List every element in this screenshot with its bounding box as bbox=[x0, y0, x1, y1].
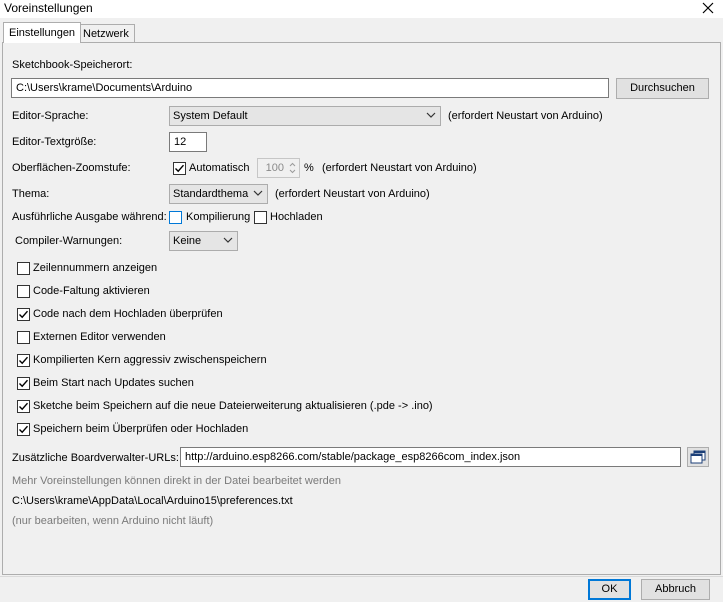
checkmark-icon bbox=[175, 164, 185, 173]
option-label: Beim Start nach Updates suchen bbox=[33, 377, 194, 389]
window-title: Voreinstellungen bbox=[4, 1, 93, 15]
sketchbook-label: Sketchbook-Speicherort: bbox=[12, 59, 133, 71]
option-checkbox[interactable] bbox=[17, 423, 30, 436]
checkmark-icon bbox=[19, 356, 29, 365]
editor-language-label: Editor-Sprache: bbox=[12, 110, 89, 122]
option-label: Sketche beim Speichern auf die neue Date… bbox=[33, 400, 433, 412]
sketchbook-path-input[interactable]: C:\Users\krame\Documents\Arduino bbox=[11, 78, 609, 98]
editor-language-value: System Default bbox=[173, 110, 248, 122]
zoom-note: (erfordert Neustart von Arduino) bbox=[322, 162, 477, 174]
option-checkbox[interactable] bbox=[17, 331, 30, 344]
title-bar: Voreinstellungen bbox=[0, 0, 723, 18]
chevron-down-icon bbox=[426, 112, 436, 118]
close-icon[interactable] bbox=[699, 0, 717, 17]
compiler-warnings-value: Keine bbox=[173, 235, 202, 247]
editor-font-size-label: Editor-Textgröße: bbox=[12, 136, 97, 148]
zoom-value: 100 bbox=[265, 162, 284, 174]
chevron-down-icon bbox=[223, 237, 233, 243]
window-list-icon bbox=[690, 450, 706, 464]
editor-language-select[interactable]: System Default bbox=[169, 106, 441, 126]
chevron-down-icon bbox=[253, 190, 263, 196]
tab-netzwerk[interactable]: Netzwerk bbox=[77, 24, 135, 43]
zoom-unit: % bbox=[304, 162, 314, 174]
ok-button[interactable]: OK bbox=[588, 579, 631, 600]
option-label: Code nach dem Hochladen überprüfen bbox=[33, 308, 223, 320]
theme-label: Thema: bbox=[12, 188, 50, 200]
option-label: Kompilierten Kern aggressiv zwischenspei… bbox=[33, 354, 267, 366]
divider bbox=[0, 576, 723, 577]
checkmark-icon bbox=[19, 310, 29, 319]
prefs-file-path: C:\Users\krame\AppData\Local\Arduino15\p… bbox=[12, 495, 293, 507]
verbose-upload-checkbox[interactable] bbox=[254, 211, 267, 224]
board-urls-input[interactable]: http://arduino.esp8266.com/stable/packag… bbox=[180, 447, 681, 467]
option-label: Speichern beim Überprüfen oder Hochladen bbox=[33, 423, 249, 435]
theme-select[interactable]: Standardthema bbox=[169, 184, 268, 204]
spinner-arrows-icon bbox=[289, 162, 296, 174]
tab-einstellungen[interactable]: Einstellungen bbox=[3, 22, 82, 43]
zoom-auto-checkbox[interactable] bbox=[173, 162, 186, 175]
zoom-label: Oberflächen-Zoomstufe: bbox=[12, 162, 131, 174]
tab-label: Einstellungen bbox=[9, 27, 76, 39]
verbose-label: Ausführliche Ausgabe während: bbox=[12, 211, 167, 223]
option-checkbox[interactable] bbox=[17, 262, 30, 275]
tab-label: Netzwerk bbox=[83, 28, 129, 40]
checkmark-icon bbox=[19, 402, 29, 411]
option-checkbox[interactable] bbox=[17, 400, 30, 413]
option-checkbox[interactable] bbox=[17, 285, 30, 298]
option-checkbox[interactable] bbox=[17, 377, 30, 390]
browse-button[interactable]: Durchsuchen bbox=[616, 78, 709, 99]
more-prefs-text: Mehr Voreinstellungen können direkt in d… bbox=[12, 475, 341, 487]
cancel-button[interactable]: Abbruch bbox=[641, 579, 710, 600]
verbose-upload-label: Hochladen bbox=[270, 211, 323, 223]
preferences-dialog: Voreinstellungen Einstellungen Netzwerk … bbox=[0, 0, 723, 602]
edit-hint-text: (nur bearbeiten, wenn Arduino nicht läuf… bbox=[12, 515, 214, 527]
compiler-warnings-select[interactable]: Keine bbox=[169, 231, 238, 251]
option-checkbox[interactable] bbox=[17, 308, 30, 321]
theme-note: (erfordert Neustart von Arduino) bbox=[275, 188, 430, 200]
checkmark-icon bbox=[19, 379, 29, 388]
verbose-compile-checkbox[interactable] bbox=[169, 211, 182, 224]
verbose-compile-label: Kompilierung bbox=[186, 211, 251, 223]
compiler-warnings-label: Compiler-Warnungen: bbox=[15, 235, 123, 247]
theme-value: Standardthema bbox=[173, 188, 249, 200]
option-checkbox[interactable] bbox=[17, 354, 30, 367]
option-label: Zeilennummern anzeigen bbox=[33, 262, 158, 274]
board-urls-label: Zusätzliche Boardverwalter-URLs: bbox=[12, 452, 179, 464]
option-label: Code-Faltung aktivieren bbox=[33, 285, 150, 297]
option-label: Externen Editor verwenden bbox=[33, 331, 166, 343]
checkmark-icon bbox=[19, 425, 29, 434]
board-urls-edit-button[interactable] bbox=[687, 447, 709, 467]
editor-language-note: (erfordert Neustart von Arduino) bbox=[448, 110, 603, 122]
zoom-spinner[interactable]: 100 bbox=[257, 158, 300, 178]
editor-font-size-input[interactable]: 12 bbox=[169, 132, 207, 152]
zoom-auto-label: Automatisch bbox=[189, 162, 250, 174]
